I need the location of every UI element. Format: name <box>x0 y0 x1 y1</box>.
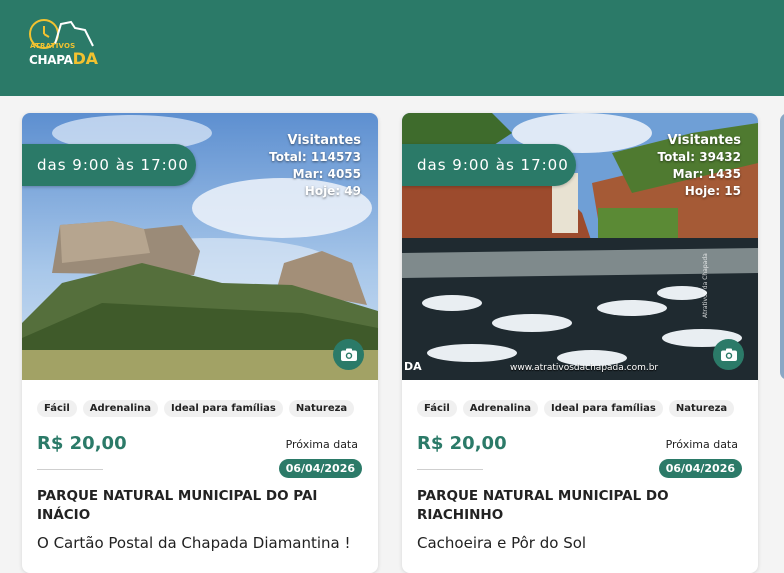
attraction-card[interactable]: das 9:00 às 17:00 Visitantes Total: 3943… <box>402 113 758 573</box>
tag-family: Ideal para famílias <box>543 400 663 417</box>
tag-nature: Natureza <box>668 400 735 417</box>
visitors-month: Mar: 1435 <box>672 167 741 181</box>
opening-hours-badge: das 9:00 às 17:00 <box>402 144 576 186</box>
visitors-title: Visitantes <box>287 133 362 148</box>
visitors-month: Mar: 4055 <box>292 167 361 181</box>
camera-icon <box>340 348 357 361</box>
photo-side-watermark: Atrativos da Chapada <box>702 253 709 318</box>
next-date-label: Próxima data <box>285 438 358 451</box>
visitors-title: Visitantes <box>667 133 742 148</box>
tag-list: Fácil Adrenalina Ideal para famílias Nat… <box>37 400 355 417</box>
attraction-title[interactable]: PARQUE NATURAL MUNICIPAL DO RIACHINHO <box>417 487 737 525</box>
tag-difficulty: Fácil <box>417 400 457 417</box>
photo-corner-logo: DA <box>404 360 422 373</box>
next-date-badge[interactable]: 06/04/2026 <box>658 459 742 478</box>
next-date-badge[interactable]: 06/04/2026 <box>278 459 362 478</box>
visitors-total: Total: 39432 <box>657 150 741 164</box>
price-divider <box>37 469 103 470</box>
gallery-button[interactable] <box>333 339 364 370</box>
visitors-total: Total: 114573 <box>269 150 361 164</box>
site-logo[interactable]: ATRATIVOS CHAPADA <box>27 18 99 68</box>
photo-watermark: www.atrativosdachapada.com.br <box>510 363 659 373</box>
site-header: ATRATIVOS CHAPADA <box>0 0 784 96</box>
next-date-label: Próxima data <box>665 438 738 451</box>
tag-list: Fácil Adrenalina Ideal para famílias Nat… <box>417 400 735 417</box>
tag-family: Ideal para famílias <box>163 400 283 417</box>
visitors-stats: Visitantes Total: 39432 Mar: 1435 Hoje: … <box>657 132 741 200</box>
visitors-today: Hoje: 49 <box>304 184 361 198</box>
visitors-today: Hoje: 15 <box>684 184 741 198</box>
tag-adrenaline: Adrenalina <box>82 400 158 417</box>
attraction-photo[interactable]: das 9:00 às 17:00 Visitantes Total: 1145… <box>22 113 378 380</box>
opening-hours-badge: das 9:00 às 17:00 <box>22 144 196 186</box>
tag-nature: Natureza <box>288 400 355 417</box>
visitors-stats: Visitantes Total: 114573 Mar: 4055 Hoje:… <box>269 132 361 200</box>
attraction-title[interactable]: PARQUE NATURAL MUNICIPAL DO PAI INÁCIO <box>37 487 357 525</box>
tag-difficulty: Fácil <box>37 400 77 417</box>
price: R$ 20,00 <box>37 433 127 454</box>
attraction-photo[interactable]: das 9:00 às 17:00 Visitantes Total: 3943… <box>402 113 758 380</box>
price-divider <box>417 469 483 470</box>
logo-line2: CHAPADA <box>29 49 98 68</box>
attraction-card-partial[interactable] <box>780 113 784 380</box>
price: R$ 20,00 <box>417 433 507 454</box>
attraction-subtitle: Cachoeira e Pôr do Sol <box>417 534 587 552</box>
camera-icon <box>720 348 737 361</box>
attraction-card[interactable]: das 9:00 às 17:00 Visitantes Total: 1145… <box>22 113 378 573</box>
attraction-subtitle: O Cartão Postal da Chapada Diamantina ! <box>37 534 351 552</box>
tag-adrenaline: Adrenalina <box>462 400 538 417</box>
gallery-button[interactable] <box>713 339 744 370</box>
